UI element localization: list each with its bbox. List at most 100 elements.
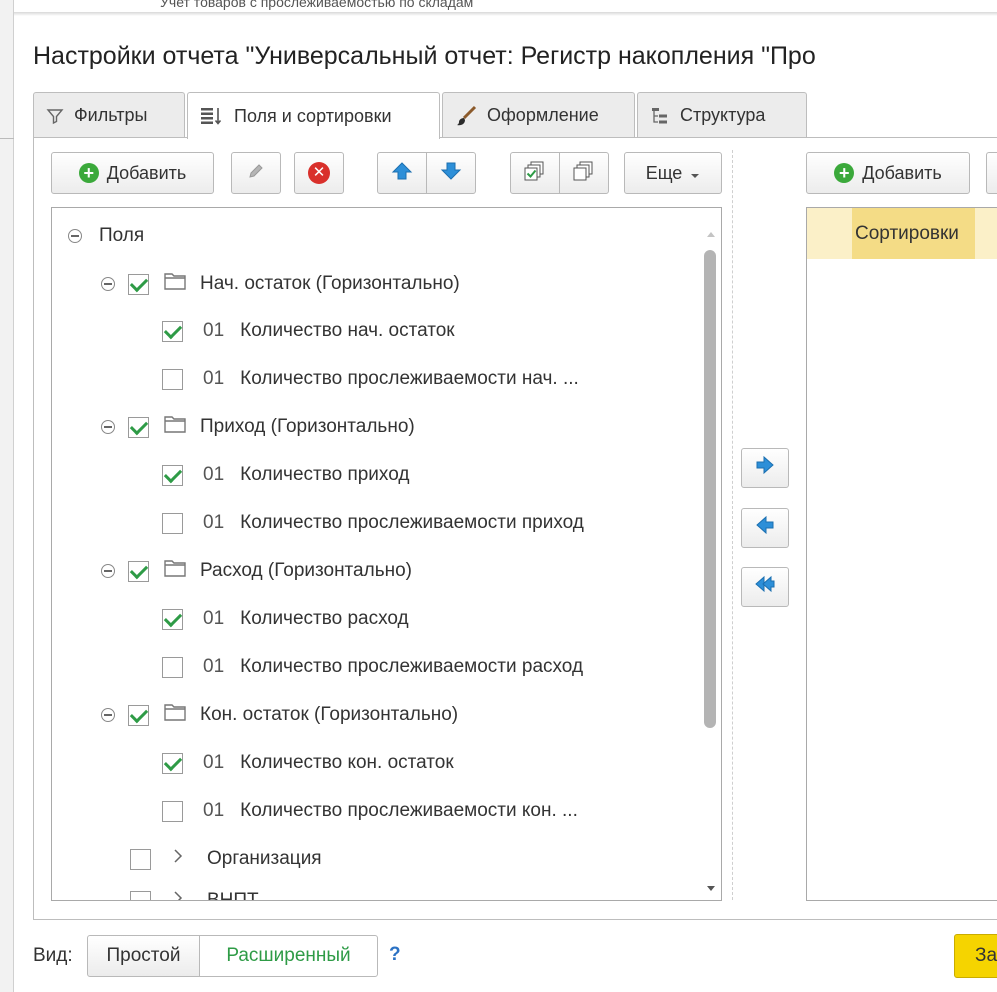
item-code: 01 [203,800,225,821]
add-sort-label: Добавить [862,162,942,183]
tree-item[interactable]: 01 Количество прослеживаемости нач. ... [162,359,579,399]
fields-sort-icon [200,106,224,126]
delete-button[interactable]: ✕ [294,152,344,194]
sort-header-label: Сортировки [855,223,959,244]
tree-group-expense[interactable]: Расход (Горизонтально) [101,551,412,591]
group-label: Расход (Горизонтально) [200,560,412,581]
add-field-label: Добавить [106,162,187,183]
help-icon[interactable]: ? [389,944,401,966]
tree-item[interactable]: 01 Количество расход [162,599,409,639]
tree-item-vnpt[interactable]: ВНПТ [130,881,259,900]
tree-item[interactable]: 01 Количество приход [162,455,409,495]
chevron-right-icon[interactable] [173,848,183,870]
funnel-icon [46,107,64,125]
item-code: 01 [203,512,225,533]
item-code: 01 [203,656,225,677]
tab-filters-label: Фильтры [74,105,148,125]
move-down-button[interactable] [426,152,476,194]
check-all-icon [524,160,546,187]
tree-group-income[interactable]: Приход (Горизонтально) [101,407,415,447]
item-label: Количество прослеживаемости кон. ... [240,800,578,821]
move-down-icon [440,161,462,186]
close-label: Закрыть [975,945,997,966]
check-all-button[interactable] [510,152,560,194]
tree-group-end-balance[interactable]: Кон. остаток (Горизонтально) [101,695,458,735]
tab-appearance-label: Оформление [487,105,599,125]
group-label: Нач. остаток (Горизонтально) [200,273,460,294]
background-window-edge [0,0,14,992]
pencil-icon [246,161,266,186]
view-simple-label: Простой [106,945,181,966]
tree-item[interactable]: 01 Количество прослеживаемости расход [162,647,583,687]
item-checkbox[interactable] [162,608,183,630]
item-label: Количество прослеживаемости расход [240,656,584,677]
group-checkbox[interactable] [128,560,149,582]
dropdown-arrow-icon [690,163,700,184]
group-checkbox[interactable] [128,416,149,438]
folder-icon [164,559,186,583]
add-sort-field-button[interactable] [741,448,789,488]
item-checkbox[interactable] [162,752,183,774]
item-checkbox[interactable] [130,848,151,870]
edit-button[interactable] [231,152,281,194]
folder-icon [164,415,186,439]
group-checkbox[interactable] [128,273,149,295]
add-sort-button[interactable]: + Добавить [806,152,970,194]
scrollbar-thumb[interactable] [704,250,716,728]
collapse-icon [68,229,82,243]
tree-group-start-balance[interactable]: Нач. остаток (Горизонтально) [101,264,460,304]
tab-structure[interactable]: Структура [637,92,807,138]
view-simple-button[interactable]: Простой [87,935,200,977]
tab-fields-sort[interactable]: Поля и сортировки [187,92,440,139]
chevron-right-icon[interactable] [173,890,183,900]
tree-root[interactable]: Поля [68,216,144,256]
plus-icon: + [78,163,99,183]
tree-item[interactable]: 01 Количество кон. остаток [162,743,454,783]
item-checkbox[interactable] [162,800,183,822]
item-label: Организация [207,848,322,869]
tabs-divider [33,137,997,138]
tree-item[interactable]: 01 Количество прослеживаемости приход [162,503,584,543]
collapse-icon [101,708,115,722]
group-checkbox[interactable] [128,704,149,726]
tree-item[interactable]: 01 Количество нач. остаток [162,311,455,351]
arrow-right-icon [755,455,775,481]
item-checkbox[interactable] [162,368,183,390]
add-field-button[interactable]: + Добавить [51,152,214,194]
item-label: Количество кон. остаток [240,752,454,773]
close-button[interactable]: Закрыть [954,934,997,978]
tree-item[interactable]: 01 Количество прослеживаемости кон. ... [162,791,578,831]
scroll-up-icon[interactable] [706,222,716,244]
more-button[interactable]: Еще [624,152,722,194]
tab-filters[interactable]: Фильтры [33,92,185,138]
item-checkbox[interactable] [162,320,183,342]
collapse-icon [101,277,115,291]
collapse-icon [101,420,115,434]
view-extended-button[interactable]: Расширенный [199,935,378,977]
item-checkbox[interactable] [162,464,183,486]
folder-icon [164,272,186,296]
item-checkbox[interactable] [162,512,183,534]
double-arrow-left-icon [754,574,776,600]
uncheck-all-button[interactable] [559,152,609,194]
tab-fields-sort-label: Поля и сортировки [234,105,392,126]
remove-all-sort-fields-button[interactable] [741,567,789,607]
sort-toolbar-button[interactable] [986,152,997,194]
item-checkbox[interactable] [130,890,151,900]
tree-clip: ВНПТ [52,878,702,900]
tree-item-organization[interactable]: Организация [130,839,322,879]
plus-icon: + [834,163,855,183]
move-up-button[interactable] [377,152,427,194]
sort-table[interactable] [806,207,997,901]
brush-icon [455,105,477,127]
remove-sort-field-button[interactable] [741,508,789,548]
view-extended-label: Расширенный [226,945,351,966]
dialog-top-shadow [0,12,997,16]
group-label: Приход (Горизонтально) [200,416,415,437]
tab-appearance[interactable]: Оформление [442,92,635,138]
item-label: Количество приход [240,464,410,485]
dialog-title: Настройки отчета "Универсальный отчет: Р… [33,42,816,70]
item-code: 01 [203,608,225,629]
scroll-down-icon[interactable] [706,876,716,898]
item-checkbox[interactable] [162,656,183,678]
